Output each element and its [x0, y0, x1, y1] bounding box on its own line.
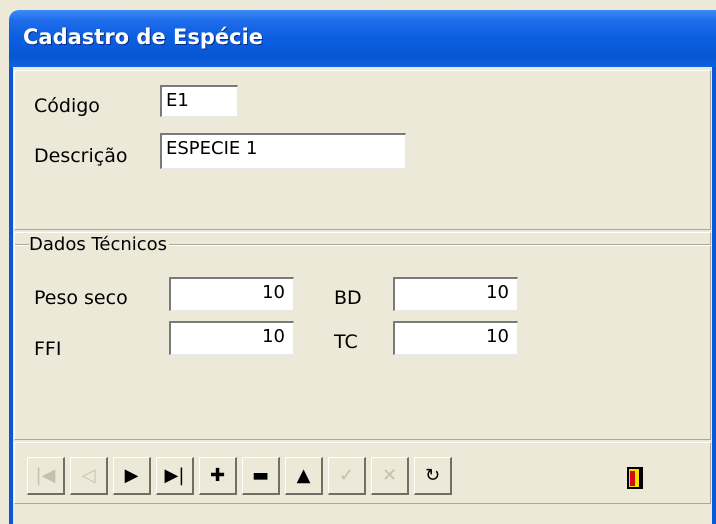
plus-icon: ✚	[209, 464, 226, 486]
minus-icon: ▬	[251, 464, 269, 486]
ffi-field[interactable]: 10	[169, 321, 294, 355]
refresh-icon: ↻	[424, 464, 441, 486]
technical-data-panel	[14, 232, 711, 440]
peso-seco-field[interactable]: 10	[169, 277, 294, 311]
ffi-label: FFI	[34, 338, 62, 360]
tc-field[interactable]: 10	[393, 321, 518, 355]
descricao-label: Descrição	[34, 145, 128, 167]
window-frame-right	[712, 67, 716, 524]
exit-door-icon[interactable]	[627, 467, 643, 489]
app-window: Cadastro de Espécie Código E1 Descrição …	[0, 0, 716, 524]
bd-label: BD	[334, 287, 362, 309]
nav-last-button[interactable]: ▶|	[156, 457, 194, 495]
window-title: Cadastro de Espécie	[23, 25, 264, 49]
bd-field[interactable]: 10	[393, 277, 518, 311]
title-bar[interactable]: Cadastro de Espécie	[9, 10, 716, 67]
dados-tecnicos-title: Dados Técnicos	[29, 234, 170, 255]
codigo-field[interactable]: E1	[160, 85, 238, 117]
tc-label: TC	[334, 331, 358, 353]
codigo-label: Código	[34, 95, 100, 117]
nav-insert-button[interactable]: ✚	[199, 457, 237, 495]
nav-prior-button[interactable]: ◁	[70, 457, 108, 495]
nav-cancel-button[interactable]: ✕	[371, 457, 409, 495]
last-record-icon: ▶|	[164, 464, 185, 486]
edit-up-icon: ▲	[296, 464, 311, 486]
exit-door-swing	[630, 471, 635, 486]
nav-post-button[interactable]: ✓	[328, 457, 366, 495]
nav-first-button[interactable]: |◀	[27, 457, 65, 495]
nav-edit-button[interactable]: ▲	[285, 457, 323, 495]
first-record-icon: |◀	[35, 464, 56, 486]
nav-delete-button[interactable]: ▬	[242, 457, 280, 495]
peso-seco-label: Peso seco	[34, 287, 128, 309]
prior-record-icon: ◁	[81, 464, 96, 486]
nav-next-button[interactable]: ▶	[113, 457, 151, 495]
nav-refresh-button[interactable]: ↻	[414, 457, 452, 495]
next-record-icon: ▶	[124, 464, 139, 486]
db-navigator: |◀ ◁ ▶ ▶| ✚ ▬ ▲ ✓ ✕ ↻	[27, 457, 457, 495]
checkmark-icon: ✓	[338, 464, 355, 486]
cross-icon: ✕	[381, 464, 398, 486]
descricao-field[interactable]: ESPECIE 1	[160, 133, 406, 169]
